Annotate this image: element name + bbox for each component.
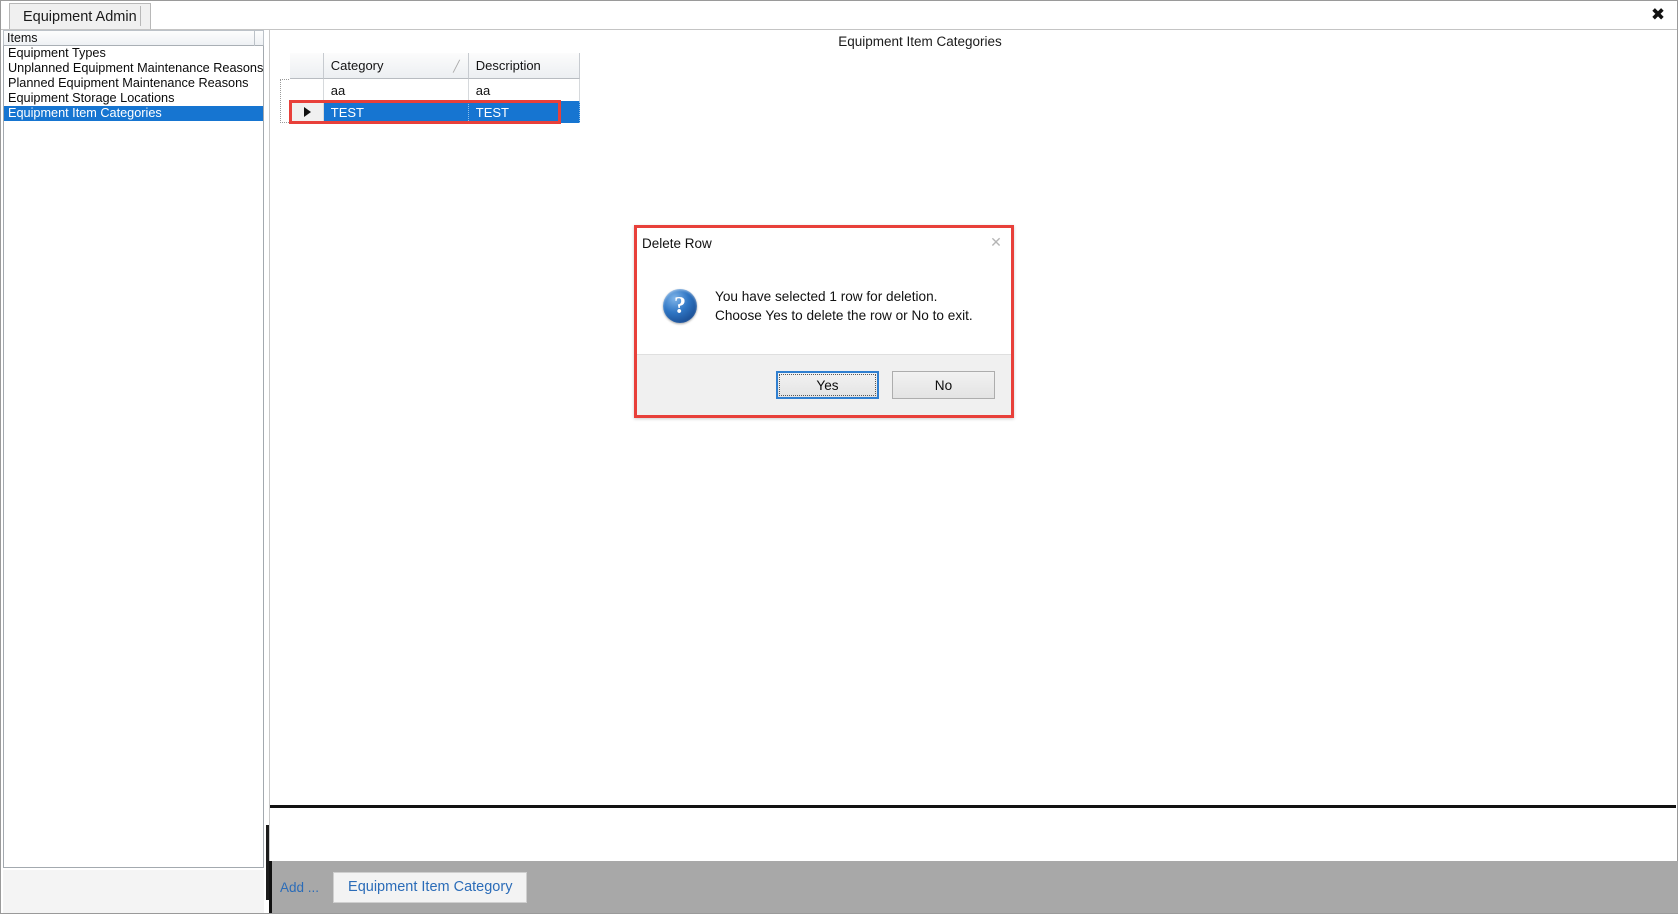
- dialog-titlebar: Delete Row ✕: [637, 228, 1011, 258]
- sidebar-item-unplanned-maintenance-reasons[interactable]: Unplanned Equipment Maintenance Reasons: [4, 61, 263, 76]
- grid-corner-cell: [290, 53, 324, 79]
- table-row[interactable]: aa aa: [290, 79, 581, 101]
- delete-row-dialog: Delete Row ✕ ? You have selected 1 row f…: [634, 225, 1014, 418]
- application-window: Equipment Admin ✖ Items Equipment Types …: [0, 0, 1678, 914]
- add-toolbar: Add ... Equipment Item Category: [269, 861, 1678, 913]
- dialog-title: Delete Row: [642, 235, 712, 251]
- sidebar-header-label: Items: [7, 31, 38, 45]
- grid-column-header-category-label: Category: [330, 58, 384, 73]
- page-title: Equipment Item Categories: [838, 34, 1002, 49]
- bottom-panel-body: [269, 801, 1676, 864]
- cell-category[interactable]: aa: [323, 79, 469, 101]
- dialog-message-line-1: You have selected 1 row for deletion.: [715, 289, 938, 304]
- dialog-close-icon[interactable]: ✕: [985, 233, 1007, 253]
- grid-column-header-description-label: Description: [475, 58, 541, 73]
- grid-column-header-category[interactable]: Category ╱: [323, 53, 469, 79]
- row-header-selector[interactable]: [290, 101, 324, 123]
- sidebar: Items Equipment Types Unplanned Equipmen…: [3, 30, 264, 870]
- no-button-label: No: [934, 377, 953, 393]
- no-button[interactable]: No: [892, 371, 995, 399]
- current-row-arrow-icon: [304, 107, 312, 117]
- tab-equipment-admin[interactable]: Equipment Admin: [9, 3, 151, 29]
- tab-strip: Equipment Admin ✖: [1, 1, 1677, 30]
- cell-description[interactable]: TEST: [468, 101, 581, 123]
- add-equipment-item-category-button[interactable]: Equipment Item Category: [333, 871, 528, 903]
- cell-description[interactable]: aa: [468, 79, 581, 101]
- question-icon: ?: [663, 289, 697, 323]
- grid-column-header-description[interactable]: Description: [468, 53, 581, 79]
- yes-button-label: Yes: [816, 377, 839, 393]
- bottom-panel-divider: [270, 805, 1676, 808]
- sidebar-item-equipment-types[interactable]: Equipment Types: [4, 46, 263, 61]
- close-icon[interactable]: ✖: [1647, 4, 1669, 26]
- sidebar-bottom-strip: [3, 870, 264, 913]
- sidebar-item-planned-maintenance-reasons[interactable]: Planned Equipment Maintenance Reasons: [4, 76, 263, 91]
- grid-rowheader-guide: [280, 79, 289, 123]
- dialog-message-line-2: Choose Yes to delete the row or No to ex…: [715, 308, 973, 323]
- column-resize-grip[interactable]: [254, 31, 263, 46]
- cell-category[interactable]: TEST: [323, 101, 469, 123]
- dialog-footer: Yes No: [637, 354, 1011, 415]
- yes-button[interactable]: Yes: [776, 371, 879, 399]
- row-header-selector[interactable]: [290, 79, 324, 101]
- sidebar-list[interactable]: Equipment Types Unplanned Equipment Main…: [3, 46, 264, 868]
- dialog-message: You have selected 1 row for deletion. Ch…: [715, 287, 973, 325]
- dialog-body: ? You have selected 1 row for deletion. …: [637, 258, 1011, 354]
- data-grid: Category ╱ Description aa aa TEST TEST: [290, 53, 581, 123]
- sidebar-item-equipment-item-categories[interactable]: Equipment Item Categories: [4, 106, 263, 121]
- tab-label: Equipment Admin: [23, 8, 137, 25]
- add-label[interactable]: Add ...: [280, 880, 319, 895]
- grid-header-row: Category ╱ Description: [290, 53, 581, 79]
- sort-ascending-icon: ╱: [453, 60, 460, 73]
- table-row[interactable]: TEST TEST: [290, 101, 581, 123]
- sidebar-header: Items: [3, 30, 264, 46]
- sidebar-item-storage-locations[interactable]: Equipment Storage Locations: [4, 91, 263, 106]
- tab-separator: [140, 6, 141, 26]
